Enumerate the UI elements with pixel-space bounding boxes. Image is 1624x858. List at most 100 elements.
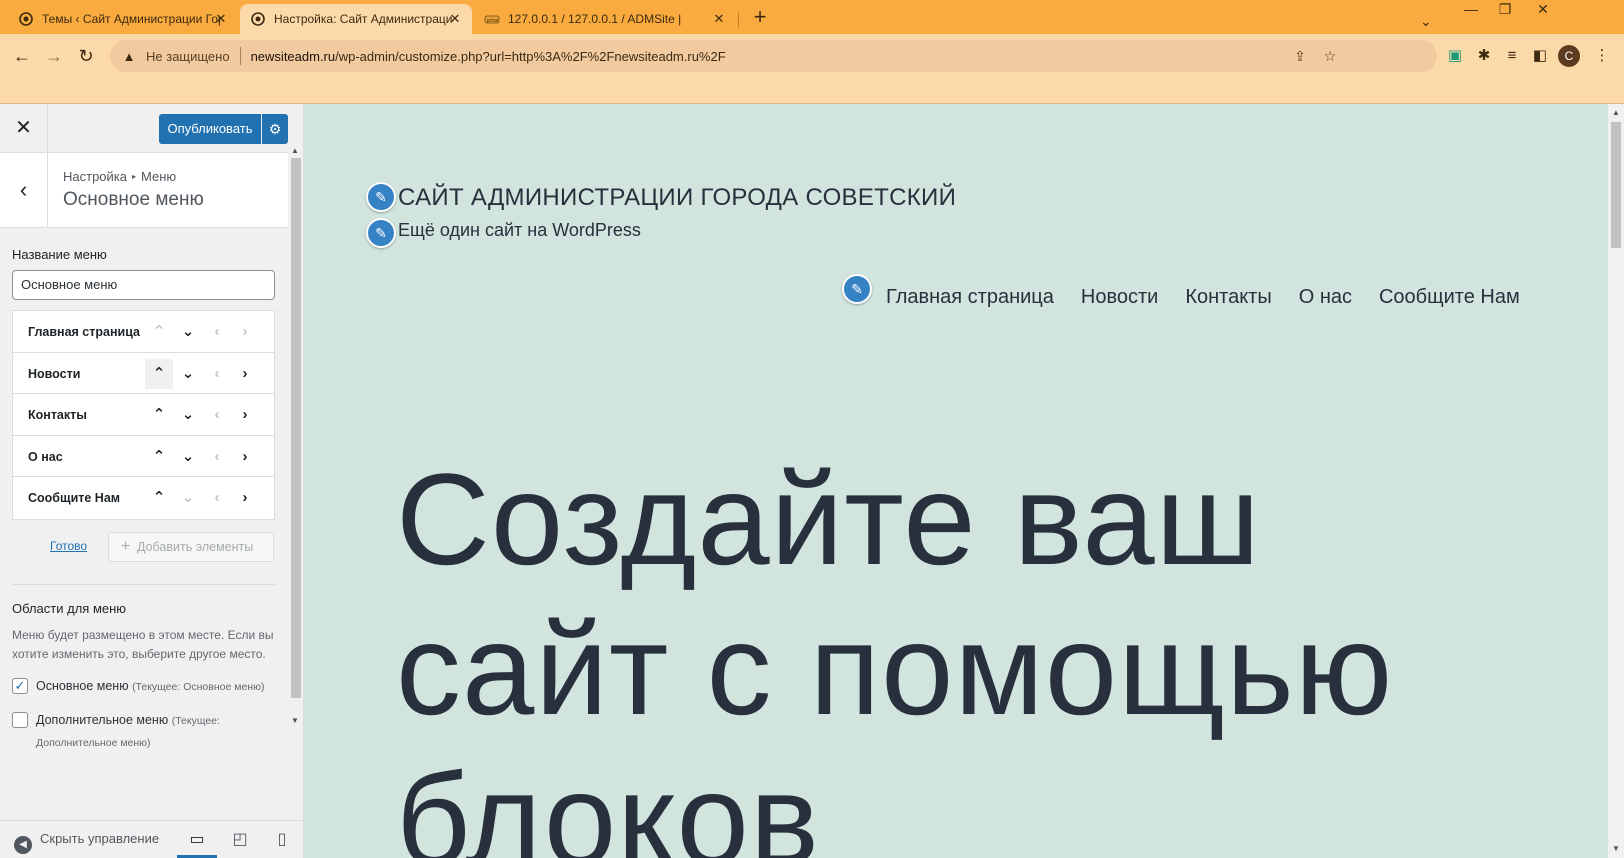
nav-link[interactable]: Главная страница [886,286,1054,309]
move-right-icon[interactable]: › [231,359,259,389]
move-down-icon[interactable]: ⌄ [174,442,202,472]
scroll-down-arrow-icon[interactable]: ▼ [1612,844,1620,853]
restore-button[interactable]: ❐ [1494,0,1516,20]
kebab-menu-icon[interactable]: ⋮ [1590,44,1614,68]
tab-close-icon[interactable]: ✕ [214,12,228,26]
url-text[interactable]: newsiteadm.ru/wp-admin/customize.php?url… [251,49,726,64]
menu-name-label: Название меню [12,247,107,262]
extensions-puzzle-icon[interactable]: ✱ [1472,44,1496,68]
back-chevron-icon[interactable]: ‹ [0,153,48,227]
menu-item[interactable]: Главная страница ⌃ ⌄ ‹ › [13,311,274,353]
tab-title: 127.0.0.1 / 127.0.0.1 / ADMSite | [508,12,682,26]
minimize-button[interactable]: — [1460,0,1482,20]
desktop-preview-icon[interactable]: ▭ [177,821,217,858]
mobile-preview-icon[interactable]: ▯ [262,821,302,858]
publish-button[interactable]: Опубликовать [159,114,261,144]
browser-tab-bar: Темы ‹ Сайт Администрации Гор ✕ Настройк… [0,0,1624,34]
done-link[interactable]: Готово [50,539,87,553]
browser-tab[interactable]: Темы ‹ Сайт Администрации Гор ✕ [8,4,238,34]
phpmyadmin-icon: pma [484,11,500,27]
forward-arrow-icon[interactable]: → [40,42,68,70]
publish-settings-gear-icon[interactable]: ⚙ [262,114,288,144]
reload-icon[interactable]: ↻ [72,42,100,70]
new-tab-button[interactable]: + [748,6,772,30]
divider [12,583,275,585]
site-preview[interactable]: ✎ САЙТ АДМИНИСТРАЦИИ ГОРОДА СОВЕТСКИЙ ✎ … [304,104,1608,858]
location-option[interactable]: ✓ Основное меню (Текущее: Основное меню) [12,676,275,698]
nav-link[interactable]: Новости [1081,286,1158,309]
move-down-icon[interactable]: ⌄ [174,359,202,389]
tab-separator [738,12,739,28]
tab-close-icon[interactable]: ✕ [712,12,726,26]
profile-avatar[interactable]: C [1558,45,1580,67]
tab-search-chevron-icon[interactable]: ⌄ [1420,12,1432,32]
nav-link[interactable]: О нас [1299,286,1352,309]
add-items-button[interactable]: + Добавить элементы [108,531,274,562]
move-up-icon[interactable]: ⌃ [145,483,173,513]
move-right-icon[interactable]: › [231,442,259,472]
move-down-icon[interactable]: ⌄ [174,400,202,430]
warning-icon[interactable]: ▲ [120,49,138,64]
checkbox-unchecked[interactable] [12,711,28,728]
menu-item[interactable]: О нас ⌃ ⌄ ‹ › [13,436,274,477]
svg-text:pma: pma [487,18,498,24]
browser-tab[interactable]: pma 127.0.0.1 / 127.0.0.1 / ADMSite | ✕ [474,4,736,34]
hero-line: блоков [396,746,820,858]
menu-item[interactable]: Контакты ⌃ ⌄ ‹ › [13,394,274,436]
preview-scrollbar[interactable]: ▲ ▼ [1608,104,1624,858]
move-right-icon: › [242,323,248,340]
scroll-up-arrow-icon[interactable]: ▲ [291,146,299,155]
edit-pencil-icon[interactable]: ✎ [842,274,872,304]
move-down-icon: ⌄ [181,489,195,506]
menu-item[interactable]: Сообщите Нам ⌃ ⌄ ‹ › [13,477,274,519]
move-up-icon[interactable]: ⌃ [145,442,173,472]
scroll-up-arrow-icon[interactable]: ▲ [1612,108,1620,117]
move-right-icon[interactable]: › [231,483,259,513]
section-title: Основное меню [63,189,204,210]
media-playlist-icon[interactable]: ≡ [1500,44,1524,68]
collapse-sidebar-button[interactable]: ◀ Скрыть управление [14,831,159,854]
site-title[interactable]: САЙТ АДМИНИСТРАЦИИ ГОРОДА СОВЕТСКИЙ [398,184,956,212]
move-down-icon[interactable]: ⌄ [174,317,202,347]
site-tagline: Ещё один сайт на WordPress [398,220,641,240]
address-bar[interactable]: ▲ Не защищено newsiteadm.ru/wp-admin/cus… [110,40,1437,72]
nav-link[interactable]: Сообщите Нам [1379,286,1520,309]
location-option[interactable]: Дополнительное меню (Текущее: Дополнител… [12,710,275,754]
edit-pencil-icon[interactable]: ✎ [366,182,396,212]
move-right-icon[interactable]: › [231,400,259,430]
move-left-icon: ‹ [214,364,220,382]
extension-grammar-icon[interactable]: ▣ [1443,44,1467,68]
tablet-preview-icon[interactable]: ◰ [220,821,260,858]
bookmark-star-icon[interactable]: ☆ [1320,46,1340,66]
scrollbar-thumb[interactable] [1611,122,1621,248]
menu-name-input[interactable]: Основное меню [12,270,275,300]
checkbox-checked[interactable]: ✓ [12,677,28,694]
sidebar-scrollbar[interactable]: ▲ ▼ [288,144,303,729]
edit-pencil-icon[interactable]: ✎ [366,218,396,248]
menu-item[interactable]: Новости ⌃ ⌄ ‹ › [13,353,274,394]
share-icon[interactable]: ⇪ [1290,46,1310,66]
menu-item-label: Новости [28,366,81,381]
move-up-icon[interactable]: ⌃ [145,358,173,389]
tab-close-icon[interactable]: ✕ [448,12,462,26]
nav-link[interactable]: Контакты [1185,286,1271,309]
move-up-icon[interactable]: ⌃ [145,400,173,430]
browser-toolbar: ← → ↻ ▲ Не защищено newsiteadm.ru/wp-adm… [0,34,1624,104]
back-arrow-icon[interactable]: ← [8,42,36,70]
side-panel-icon[interactable]: ◧ [1528,44,1552,68]
move-left-icon: ‹ [214,323,220,340]
section-header: ‹ Настройка ▸ Меню Основное меню [0,153,288,228]
menu-locations-title: Области для меню [12,600,127,616]
menu-item-label: Контакты [28,408,87,422]
menu-locations-description: Меню будет размещено в этом месте. Если … [12,627,274,661]
customizer-sidebar: ✕ Опубликовать ⚙ ‹ Настройка ▸ Меню Основн… [0,104,304,858]
close-window-button[interactable]: ✕ [1532,0,1554,20]
browser-tab-active[interactable]: Настройка: Сайт Администрации ✕ [240,4,472,34]
hero-heading: Создайте ваш сайт с помощью блоков [396,444,1496,858]
security-status[interactable]: Не защищено [146,49,230,64]
customizer-footer: ◀ Скрыть управление ▭ ◰ ▯ [0,820,303,858]
scrollbar-thumb[interactable] [291,158,301,698]
close-customizer-icon[interactable]: ✕ [0,104,48,152]
omnibox-divider [239,47,241,65]
scroll-down-arrow-icon[interactable]: ▼ [291,716,299,725]
